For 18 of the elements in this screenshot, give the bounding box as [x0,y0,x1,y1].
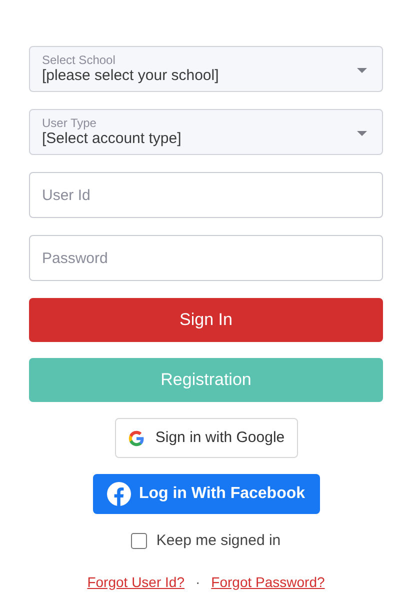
multicolor-g-icon [127,428,146,448]
separator-dot: · [195,572,200,592]
checkbox[interactable] [131,533,148,550]
sign-in-button[interactable]: Sign In [29,298,383,342]
input-field[interactable]: Password [29,235,383,281]
select-label: Select School [42,53,116,67]
google-sign-in-button[interactable]: Sign in with Google [114,418,298,458]
checkbox-label: Keep me signed in [156,531,281,551]
forgot-link[interactable]: Forgot Password? [211,572,325,592]
select-field[interactable]: User Type [Select account type] [29,109,383,155]
input-field[interactable]: User Id [29,172,383,218]
facebook-login-button[interactable]: Log in With Facebook [92,474,320,514]
f-circle-icon [106,482,131,506]
caret-icon [357,68,367,73]
select-field[interactable]: Select School [please select your school] [29,46,383,92]
forgot-link[interactable]: Forgot User Id? [87,572,184,592]
caret-icon [357,131,367,136]
select-label: User Type [42,116,98,130]
